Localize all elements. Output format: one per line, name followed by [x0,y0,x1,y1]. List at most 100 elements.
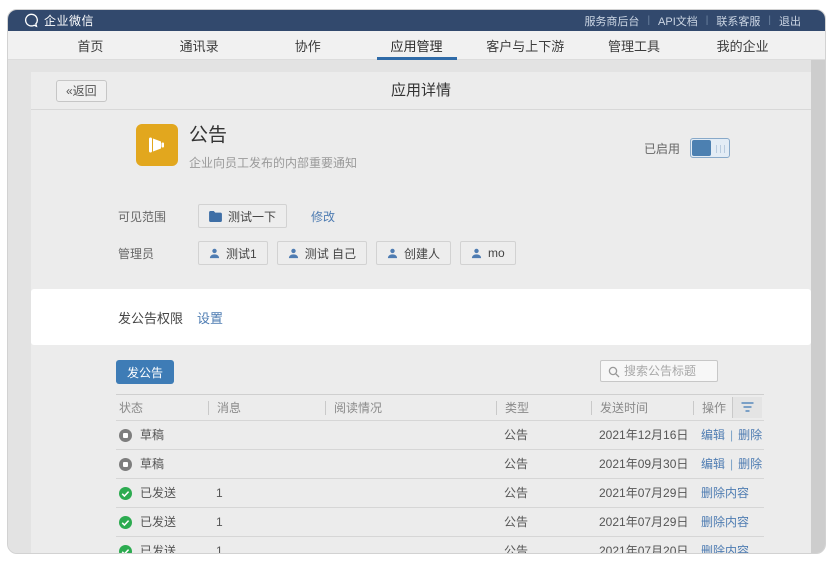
announcement-app-icon [136,124,178,166]
status-cell: 已发送 [119,479,176,508]
search-box [600,360,718,382]
col-status: 状态 [119,401,143,415]
filter-button[interactable] [732,397,762,418]
date-cell: 2021年07月29日 [599,479,688,508]
col-type: 类型 [496,401,529,415]
status-draft-icon [119,429,132,442]
actions-cell: 编辑|删除 [701,450,762,479]
status-text: 已发送 [140,537,176,554]
nav-item-customers[interactable]: 客户与上下游 [471,31,580,59]
topbar: 企业微信 服务商后台 | API文档 | 联系客服 | 退出 [8,10,825,31]
enable-toggle[interactable] [690,138,730,158]
nav-item-admin-tools[interactable]: 管理工具 [580,31,689,59]
nav-item-contacts[interactable]: 通讯录 [145,31,254,59]
type-cell: 公告 [504,508,528,537]
vertical-scrollbar[interactable] [811,60,825,554]
date-cell: 2021年07月20日 [599,537,688,554]
announce-permission-label: 发公告权限 [118,308,183,327]
status-text: 草稿 [140,421,164,450]
status-sent-icon [119,516,132,529]
status-sent-icon [119,487,132,500]
person-icon [209,248,220,259]
new-announcement-button[interactable]: 发公告 [116,360,174,384]
announcement-toolbar: 发公告 [116,360,764,384]
app-description: 企业向员工发布的内部重要通知 [189,154,357,171]
actions-cell: 编辑|删除 [701,421,762,450]
visible-range-label: 可见范围 [118,208,198,225]
contact-support-link[interactable]: 联系客服 [708,13,768,29]
visible-range-row: 可见范围 测试一下 修改 [118,204,811,228]
delete-content-link[interactable]: 删除内容 [701,515,749,529]
chat-bubble-icon [24,13,39,28]
admins-row: 管理员 测试1 测试 自己 创建人 mo [118,241,811,265]
col-read-status: 阅读情况 [325,401,382,415]
provider-console-link[interactable]: 服务商后台 [576,13,647,29]
toggle-ridge [724,145,725,153]
message-cell: 1 [216,537,223,554]
edit-link[interactable]: 编辑 [701,428,725,442]
nav-item-home[interactable]: 首页 [36,31,145,59]
separator: | [725,428,738,442]
delete-link[interactable]: 删除 [738,428,762,442]
status-cell: 已发送 [119,508,176,537]
admin-tag: 测试1 [198,241,268,265]
admin-tag: mo [460,241,516,265]
scope-tag-label: 测试一下 [228,208,276,225]
actions-cell: 删除内容 [701,508,749,537]
toggle-ridge [716,145,717,153]
admins-label: 管理员 [118,245,198,262]
person-icon [288,248,299,259]
actions-cell: 删除内容 [701,479,749,508]
delete-link[interactable]: 删除 [738,457,762,471]
logout-link[interactable]: 退出 [771,13,809,29]
megaphone-icon [145,133,169,157]
admin-tag-label: mo [488,246,505,260]
admin-tag: 测试 自己 [277,241,367,265]
table-row: 已发送 1 公告 2021年07月29日 删除内容 [116,507,764,536]
status-text: 已发送 [140,508,176,537]
admin-tag-label: 创建人 [404,245,440,262]
edit-link[interactable]: 编辑 [701,457,725,471]
scope-tag: 测试一下 [198,204,287,228]
app-info: 公告 企业向员工发布的内部重要通知 [189,120,357,171]
actions-cell: 删除内容 [701,537,749,554]
admin-tag-label: 测试 自己 [305,245,356,262]
date-cell: 2021年09月30日 [599,450,688,479]
table-row: 已发送 1 公告 2021年07月29日 删除内容 [116,478,764,507]
status-cell: 已发送 [119,537,176,554]
panel-header: «返回 应用详情 [31,72,811,110]
enable-row: 已启用 [644,138,730,158]
api-docs-link[interactable]: API文档 [650,13,706,29]
col-send-date: 发送时间 [591,401,648,415]
message-cell: 1 [216,508,223,537]
search-input[interactable] [624,361,716,381]
toggle-ridge [720,145,721,153]
type-cell: 公告 [504,421,528,450]
app-header-section: 公告 企业向员工发布的内部重要通知 已启用 [31,110,811,198]
type-cell: 公告 [504,479,528,508]
nav-item-my-company[interactable]: 我的企业 [688,31,797,59]
edit-scope-link[interactable]: 修改 [311,208,335,225]
main-nav: 首页 通讯录 协作 应用管理 客户与上下游 管理工具 我的企业 [8,31,825,60]
status-text: 已发送 [140,479,176,508]
person-icon [387,248,398,259]
permission-settings-link[interactable]: 设置 [197,308,223,327]
browser-window: 企业微信 服务商后台 | API文档 | 联系客服 | 退出 首页 通讯录 协作… [7,9,826,554]
delete-content-link[interactable]: 删除内容 [701,544,749,554]
date-cell: 2021年12月16日 [599,421,688,450]
message-cell: 1 [216,479,223,508]
col-message: 消息 [208,401,241,415]
table-row: 草稿 公告 2021年09月30日 编辑|删除 [116,449,764,478]
table-header: 状态 消息 阅读情况 类型 发送时间 操作 [116,394,764,420]
back-button[interactable]: «返回 [56,80,107,102]
status-cell: 草稿 [119,421,164,450]
delete-content-link[interactable]: 删除内容 [701,486,749,500]
type-cell: 公告 [504,450,528,479]
nav-item-collaboration[interactable]: 协作 [253,31,362,59]
table-row: 已发送 1 公告 2021年07月20日 删除内容 [116,536,764,554]
page-title: 应用详情 [31,72,811,110]
nav-item-app-management[interactable]: 应用管理 [362,31,471,59]
type-cell: 公告 [504,537,528,554]
search-icon [608,366,620,378]
table-row: 草稿 公告 2021年12月16日 编辑|删除 [116,420,764,449]
